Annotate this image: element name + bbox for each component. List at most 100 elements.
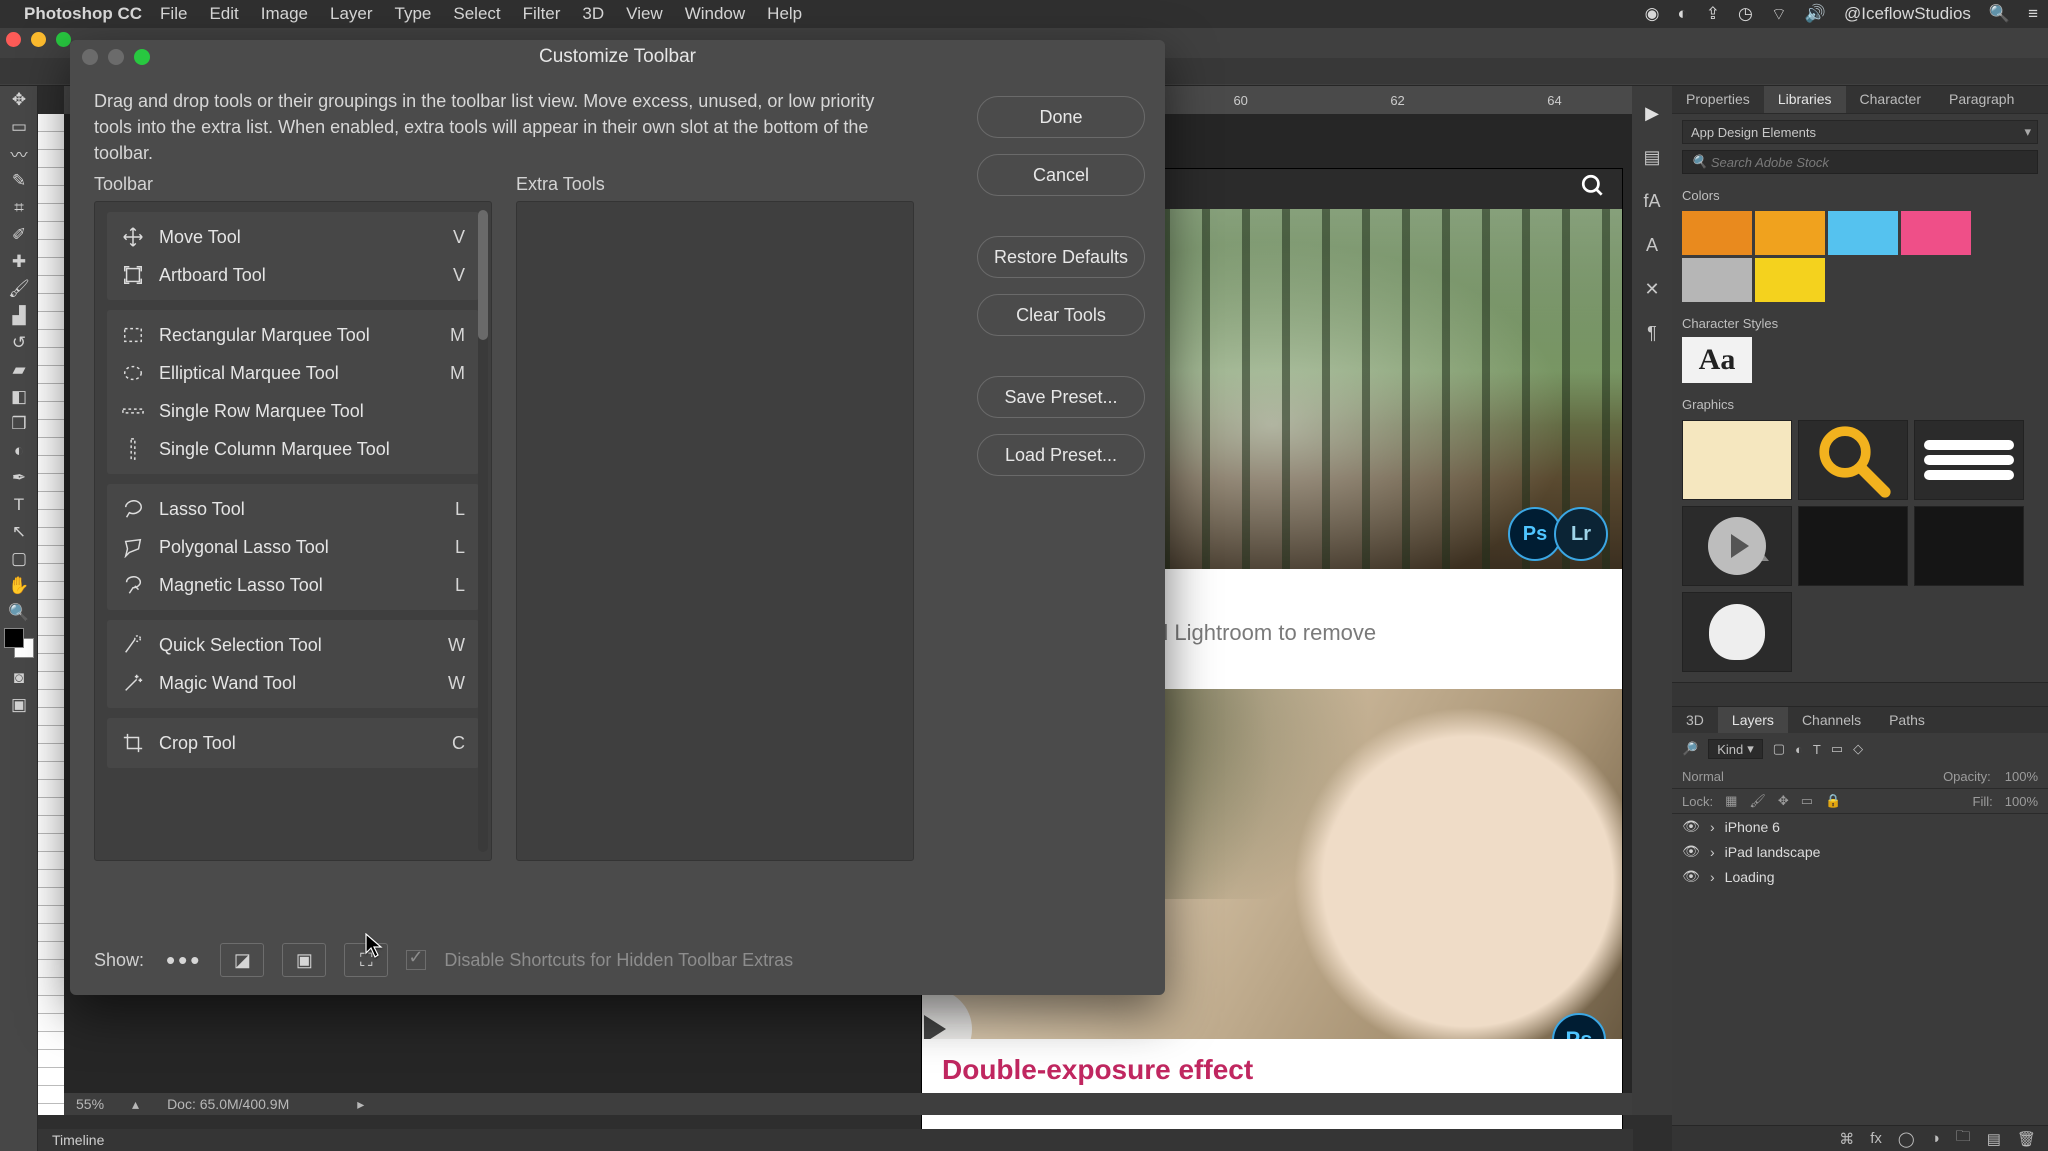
menu-select[interactable]: Select [453,4,500,24]
eye-icon[interactable]: 👁 [1682,843,1700,860]
tool-shape-icon[interactable]: ▢ [0,545,38,572]
tool-brush-icon[interactable]: 🖌 [0,275,38,302]
tab-paths[interactable]: Paths [1875,707,1939,733]
tab-3d-panel[interactable]: 3D [1672,707,1718,733]
spotlight-icon[interactable]: 🔍 [1989,4,2010,24]
group-icon[interactable]: 🗀 [1956,1126,1971,1151]
blend-mode[interactable]: Normal [1682,769,1724,784]
tool-group[interactable]: Move ToolVArtboard ToolV [107,212,479,300]
tool-blur-icon[interactable]: ❒ [0,410,38,437]
glyphs-panel-icon[interactable]: fA [1639,188,1665,214]
dialog-window-controls[interactable] [82,49,150,65]
tool-row[interactable]: Magnetic Lasso ToolL [107,566,479,604]
scrollbar-thumb[interactable] [478,210,488,340]
adjust-panel-icon[interactable]: ✕ [1639,276,1665,302]
tool-move-icon[interactable]: ✥ [0,86,38,113]
graphic-play[interactable] [1682,506,1792,586]
tool-row[interactable]: Move ToolV [107,218,479,256]
fill-value[interactable]: 100% [2005,794,2038,809]
status-user[interactable]: @IceflowStudios [1844,4,1971,24]
lock-pos-icon[interactable]: ✥ [1778,793,1789,809]
lock-trans-icon[interactable]: ▦ [1725,793,1737,809]
lock-all-icon[interactable]: 🔒 [1825,793,1841,809]
tool-lasso-icon[interactable]: 〰 [0,140,38,167]
doc-info-arrow-icon[interactable]: ▸ [357,1096,364,1113]
done-button[interactable]: Done [977,96,1145,138]
menu-3d[interactable]: 3D [582,4,604,24]
menu-window[interactable]: Window [685,4,745,24]
filter-shape-icon[interactable]: ▭ [1831,741,1843,757]
library-search[interactable]: 🔍 Search Adobe Stock [1682,150,2038,174]
tool-history-icon[interactable]: ↺ [0,329,38,356]
menu-edit[interactable]: Edit [209,4,238,24]
play-icon[interactable] [922,989,972,1039]
graphic-dark2[interactable] [1914,506,2024,586]
tool-eyedropper-icon[interactable]: ✐ [0,221,38,248]
swatch-2[interactable] [1755,211,1825,255]
layer-item-3[interactable]: 👁›Loading [1672,864,2048,889]
tool-group[interactable]: Quick Selection ToolWMagic Wand ToolW [107,620,479,708]
play-preview-icon[interactable]: ▶ [1639,100,1665,126]
save-preset-button[interactable]: Save Preset... [977,376,1145,418]
swatch-6[interactable] [1755,258,1825,302]
tool-group[interactable]: Rectangular Marquee ToolMElliptical Marq… [107,310,479,474]
app-name[interactable]: Photoshop CC [24,4,142,24]
menu-filter[interactable]: Filter [523,4,561,24]
tool-quickselect-icon[interactable]: ✎ [0,167,38,194]
eye-icon[interactable]: 👁 [1682,868,1700,885]
status-dropbox-icon[interactable]: ⇪ [1706,4,1720,24]
tool-zoom-icon[interactable]: 🔍 [0,599,38,626]
disable-shortcuts-checkbox[interactable] [406,950,426,970]
zoom-popup-icon[interactable]: ▴ [132,1096,139,1113]
swatch-5[interactable] [1682,258,1752,302]
charstyle-thumb[interactable]: Aa [1682,337,1752,383]
menu-image[interactable]: Image [261,4,308,24]
filter-type-icon[interactable]: T [1813,742,1821,757]
tool-screenmode-icon[interactable]: ▣ [0,691,38,718]
menu-layer[interactable]: Layer [330,4,373,24]
tool-fgbg-swatch[interactable] [0,626,38,664]
graphic-banner[interactable] [1682,420,1792,500]
graphic-bars[interactable] [1914,420,2024,500]
extra-tools-list[interactable] [516,201,914,861]
tool-heal-icon[interactable]: ✚ [0,248,38,275]
opacity-value[interactable]: 100% [2005,769,2038,784]
tool-pen-icon[interactable]: ✒ [0,464,38,491]
filter-img-icon[interactable]: ▢ [1773,741,1785,757]
tool-quickmask-icon[interactable]: ◙ [0,664,38,691]
show-extras-icon[interactable]: ••• [166,945,202,976]
menu-help[interactable]: Help [767,4,802,24]
lock-paint-icon[interactable]: 🖌 [1749,793,1766,809]
clear-tools-button[interactable]: Clear Tools [977,294,1145,336]
tab-libraries[interactable]: Libraries [1764,86,1846,113]
search-icon[interactable] [1580,173,1606,206]
tool-dodge-icon[interactable]: ◐ [0,437,38,464]
graphic-magnifier[interactable] [1798,420,1908,500]
tool-row[interactable]: Rectangular Marquee ToolM [107,316,479,354]
tool-stamp-icon[interactable]: ▟ [0,302,38,329]
timeline-panel-tab[interactable]: Timeline [38,1129,1633,1151]
layers-filter-kind[interactable]: Kind ▾ [1708,739,1763,759]
status-volume-icon[interactable]: 🔊 [1805,4,1826,24]
tool-row[interactable]: Artboard ToolV [107,256,479,294]
dialog-titlebar[interactable]: Customize Toolbar [70,40,1165,74]
tool-type-icon[interactable]: T [0,491,38,518]
menu-type[interactable]: Type [395,4,432,24]
trash-icon[interactable]: 🗑 [2017,1130,2036,1148]
menu-extras-icon[interactable]: ≡ [2028,4,2038,24]
tool-group[interactable]: Crop ToolC [107,718,479,768]
menu-view[interactable]: View [626,4,663,24]
lock-art-icon[interactable]: ▭ [1801,793,1813,809]
restore-defaults-button[interactable]: Restore Defaults [977,236,1145,278]
tool-path-icon[interactable]: ↖ [0,518,38,545]
tab-channels[interactable]: Channels [1788,707,1875,733]
show-quickmask-icon[interactable]: ▣ [282,943,326,977]
tool-hand-icon[interactable]: ✋ [0,572,38,599]
zoom-level[interactable]: 55% [76,1096,104,1112]
filter-smart-icon[interactable]: ◇ [1853,741,1863,757]
tab-paragraph[interactable]: Paragraph [1935,86,2028,113]
tool-crop-icon[interactable]: ⌗ [0,194,38,221]
tab-layers[interactable]: Layers [1718,707,1788,733]
tool-eraser-icon[interactable]: ▰ [0,356,38,383]
status-eye-icon[interactable]: ◉ [1645,4,1660,24]
